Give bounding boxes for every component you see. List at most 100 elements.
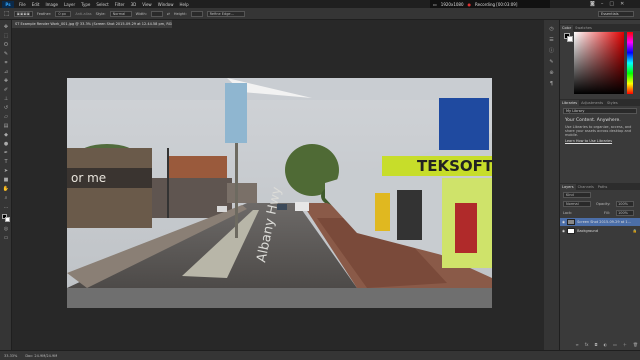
record-icon: ● <box>467 1 472 7</box>
layer-actions: ∞ fx ◘ ◐ ▭ ＋ 🗑 <box>562 342 638 348</box>
selection-mode-buttons[interactable]: ▣▣▣▣ <box>13 10 33 17</box>
layer-row-background[interactable]: ◉ Background 🔒 <box>560 227 640 235</box>
dodge-tool-icon[interactable]: ● <box>3 141 9 147</box>
tab-channels[interactable]: Channels <box>576 184 596 190</box>
eyedropper-tool-icon[interactable]: ⊿ <box>3 69 9 75</box>
menu-view[interactable]: View <box>142 2 152 7</box>
menu-3d[interactable]: 3D <box>131 2 137 7</box>
minimize-icon[interactable]: – <box>601 1 604 7</box>
menu-filter[interactable]: Filter <box>115 2 125 7</box>
brush-tool-icon[interactable]: ✐ <box>3 87 9 93</box>
screen-mode-icon[interactable]: ▭ <box>3 235 9 241</box>
street-photo[interactable]: or me Albany Hwy TEKSOFT <box>67 78 492 288</box>
quick-select-tool-icon[interactable]: ✎ <box>3 51 9 57</box>
width-input[interactable] <box>150 10 163 17</box>
opacity-label: Opacity: <box>596 202 611 206</box>
gradient-tool-icon[interactable]: ▤ <box>3 123 9 129</box>
link-icon[interactable]: ∞ <box>575 342 578 348</box>
tab-styles[interactable]: Styles <box>605 100 620 106</box>
layer-row-screenshot[interactable]: ◉ Screen Shot 2015-09-29 at 1... <box>560 218 640 226</box>
marquee-tool-icon[interactable]: ⬚ <box>4 10 10 17</box>
style-select[interactable]: Normal <box>109 10 132 17</box>
properties-panel-icon[interactable]: ☰ <box>548 36 555 43</box>
menu-layer[interactable]: Layer <box>64 2 75 7</box>
brush-panel-icon[interactable]: ✎ <box>548 58 555 65</box>
height-label: Height: <box>173 11 187 16</box>
window-controls: ◙ – □ ✕ <box>590 0 624 8</box>
menu-file[interactable]: File <box>19 2 26 7</box>
quick-mask-icon[interactable]: ◎ <box>3 226 9 232</box>
more-tools-icon[interactable]: … <box>3 204 9 210</box>
hand-tool-icon[interactable]: ✋ <box>3 186 9 192</box>
tab-libraries[interactable]: Libraries <box>560 100 580 106</box>
type-tool-icon[interactable]: T <box>3 159 9 165</box>
pen-tool-icon[interactable]: ✒ <box>3 150 9 156</box>
new-layer-icon[interactable]: ＋ <box>623 342 627 348</box>
move-tool-icon[interactable]: ✥ <box>3 24 9 30</box>
info-panel-icon[interactable]: ⓘ <box>548 47 555 54</box>
healing-tool-icon[interactable]: ✚ <box>3 78 9 84</box>
tab-swatches[interactable]: Swatches <box>573 25 594 31</box>
background-color-swatch[interactable] <box>5 217 10 222</box>
swap-icon[interactable]: ⇄ <box>167 12 170 16</box>
refine-edge-button[interactable]: Refine Edge... <box>206 10 245 17</box>
monitor-icon: ▭ <box>433 1 437 7</box>
lasso-tool-icon[interactable]: ʘ <box>3 42 9 48</box>
adjustment-icon[interactable]: ◐ <box>604 342 608 348</box>
layer-name: Background <box>577 229 598 233</box>
options-bar: ⬚ ▣▣▣▣ Feather: 0 px Anti-alias Style: N… <box>0 8 640 20</box>
document-tab[interactable]: ST Example Render Work_001.jpg @ 33.3% (… <box>12 20 172 28</box>
eraser-tool-icon[interactable]: ▱ <box>3 114 9 120</box>
menu-image[interactable]: Image <box>45 2 58 7</box>
fx-icon[interactable]: fx <box>585 342 589 348</box>
crop-tool-icon[interactable]: ⌗ <box>3 60 9 66</box>
paragraph-panel-icon[interactable]: ¶ <box>548 80 555 87</box>
fill-input[interactable]: 100% <box>616 210 634 216</box>
height-input[interactable] <box>190 10 203 17</box>
eye-icon[interactable]: ◉ <box>562 229 565 233</box>
blur-tool-icon[interactable]: ◆ <box>3 132 9 138</box>
menu-window[interactable]: Window <box>158 2 174 7</box>
library-body-3: mobile. <box>565 133 578 137</box>
folder-icon[interactable]: ▭ <box>613 342 617 348</box>
zoom-level[interactable]: 33.33% <box>4 354 17 358</box>
library-select[interactable]: My Library <box>563 108 637 114</box>
zoom-tool-icon[interactable]: ⌕ <box>3 195 9 201</box>
color-panel-tabs: Color Swatches <box>560 24 640 31</box>
close-icon[interactable]: ✕ <box>620 1 624 7</box>
history-brush-tool-icon[interactable]: ↺ <box>3 105 9 111</box>
menu-type[interactable]: Type <box>81 2 90 7</box>
antialias-checkbox[interactable]: Anti-alias <box>75 12 91 16</box>
trash-icon[interactable]: 🗑 <box>633 342 638 348</box>
shape-tool-icon[interactable]: ■ <box>3 177 9 183</box>
hue-slider[interactable] <box>627 32 633 94</box>
camera-icon[interactable]: ◙ <box>590 1 595 7</box>
menu-edit[interactable]: Edit <box>32 2 40 7</box>
clone-source-panel-icon[interactable]: ⊕ <box>548 69 555 76</box>
blend-mode-select[interactable]: Normal <box>563 201 591 207</box>
recording-status: Recording [00:03:09] <box>475 1 518 7</box>
status-bar: 33.33% Doc: 24.9M/24.9M <box>0 350 640 360</box>
bg-swatch[interactable] <box>567 36 573 42</box>
tab-layers[interactable]: Layers <box>560 184 576 190</box>
opacity-input[interactable]: 100% <box>616 201 634 207</box>
maximize-icon[interactable]: □ <box>609 1 614 7</box>
workspace-select[interactable]: Essentials <box>598 11 634 17</box>
menu-help[interactable]: Help <box>179 2 188 7</box>
layer-thumbnail <box>567 219 576 225</box>
layer-filter-select[interactable]: Kind <box>563 192 591 198</box>
marquee-tool-icon[interactable]: ⬚ <box>3 33 9 39</box>
stamp-tool-icon[interactable]: ⊥ <box>3 96 9 102</box>
tab-paths[interactable]: Paths <box>596 184 610 190</box>
tab-adjustments[interactable]: Adjustments <box>579 100 605 106</box>
color-field[interactable] <box>574 32 624 94</box>
menu-select[interactable]: Select <box>96 2 108 7</box>
mask-icon[interactable]: ◘ <box>594 342 597 348</box>
style-label: Style: <box>95 11 106 16</box>
feather-input[interactable]: 0 px <box>55 10 72 17</box>
tab-color[interactable]: Color <box>560 25 574 31</box>
library-learn-link[interactable]: Learn How to Use Libraries <box>565 139 637 143</box>
history-panel-icon[interactable]: ◷ <box>548 25 555 32</box>
eye-icon[interactable]: ◉ <box>562 220 565 224</box>
path-select-tool-icon[interactable]: ➤ <box>3 168 9 174</box>
